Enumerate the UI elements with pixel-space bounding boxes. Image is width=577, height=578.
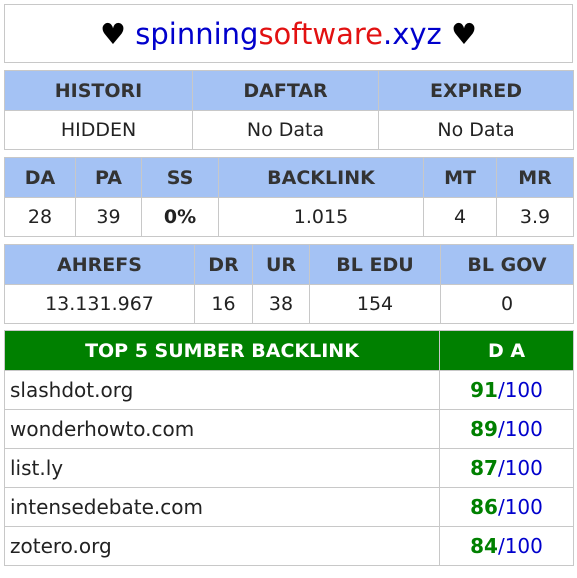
header-mt: MT: [423, 157, 497, 198]
backlink-domain: zotero.org: [4, 526, 440, 566]
header-bl-edu: BL EDU: [309, 244, 441, 285]
value-dr: 16: [194, 284, 253, 324]
header-dr: DR: [194, 244, 253, 285]
da-slash: /: [497, 417, 505, 441]
site-title-box: ♥ spinningsoftware.xyz ♥: [4, 4, 573, 63]
header-histori: HISTORI: [4, 70, 193, 111]
header-daftar: DAFTAR: [192, 70, 379, 111]
da-max: 100: [504, 495, 543, 519]
value-bl-edu: 154: [309, 284, 441, 324]
da-max: 100: [504, 378, 543, 402]
ahrefs-table: AHREFS DR UR BL EDU BL GOV 13.131.967 16…: [4, 244, 574, 324]
value-ur: 38: [252, 284, 310, 324]
backlink-domain: wonderhowto.com: [4, 409, 440, 449]
backlink-domain: slashdot.org: [4, 370, 440, 410]
value-backlink: 1.015: [218, 197, 424, 237]
header-ahrefs: AHREFS: [4, 244, 195, 285]
da-score: 89: [470, 417, 498, 441]
backlink-da: 84/100: [439, 526, 574, 566]
backlink-da: 87/100: [439, 448, 574, 488]
title-part-tld: .xyz: [382, 16, 442, 51]
value-expired: No Data: [378, 110, 574, 150]
domain-info-table: HISTORI DAFTAR EXPIRED HIDDEN No Data No…: [4, 70, 574, 150]
value-bl-gov: 0: [440, 284, 574, 324]
backlink-domain: intensedebate.com: [4, 487, 440, 527]
heart-icon: ♥: [450, 16, 477, 51]
site-title: ♥ spinningsoftware.xyz ♥: [4, 4, 573, 63]
da-slash: /: [497, 378, 505, 402]
top-backlinks-table: TOP 5 SUMBER BACKLINK D A slashdot.org 9…: [4, 330, 574, 566]
value-mt: 4: [423, 197, 497, 237]
backlink-da: 86/100: [439, 487, 574, 527]
da-max: 100: [504, 456, 543, 480]
da-slash: /: [497, 534, 505, 558]
heart-icon: ♥: [100, 16, 127, 51]
value-mr: 3.9: [496, 197, 574, 237]
table-row: slashdot.org 91/100: [4, 370, 574, 410]
da-slash: /: [497, 456, 505, 480]
value-ahrefs: 13.131.967: [4, 284, 195, 324]
da-score: 87: [470, 456, 498, 480]
header-mr: MR: [496, 157, 574, 198]
value-ss: 0%: [141, 197, 219, 237]
da-max: 100: [504, 417, 543, 441]
title-part-spinning: spinning: [135, 16, 259, 51]
da-score: 84: [470, 534, 498, 558]
da-slash: /: [497, 495, 505, 519]
header-ur: UR: [252, 244, 310, 285]
table-row: list.ly 87/100: [4, 448, 574, 488]
header-da-score: D A: [439, 330, 574, 371]
table-row: wonderhowto.com 89/100: [4, 409, 574, 449]
header-da: DA: [4, 157, 76, 198]
value-da: 28: [4, 197, 76, 237]
header-backlink: BACKLINK: [218, 157, 424, 198]
title-part-software: software: [258, 16, 383, 51]
header-pa: PA: [75, 157, 142, 198]
table-row: intensedebate.com 86/100: [4, 487, 574, 527]
backlink-domain: list.ly: [4, 448, 440, 488]
header-top-sources: TOP 5 SUMBER BACKLINK: [4, 330, 440, 371]
backlink-da: 89/100: [439, 409, 574, 449]
header-bl-gov: BL GOV: [440, 244, 574, 285]
metrics-table: DA PA SS BACKLINK MT MR 28 39 0% 1.015 4…: [4, 157, 574, 237]
backlink-da: 91/100: [439, 370, 574, 410]
table-row: zotero.org 84/100: [4, 526, 574, 566]
header-ss: SS: [141, 157, 219, 198]
da-score: 86: [470, 495, 498, 519]
value-daftar: No Data: [192, 110, 379, 150]
value-histori: HIDDEN: [4, 110, 193, 150]
da-max: 100: [504, 534, 543, 558]
da-score: 91: [470, 378, 498, 402]
value-pa: 39: [75, 197, 142, 237]
header-expired: EXPIRED: [378, 70, 574, 111]
